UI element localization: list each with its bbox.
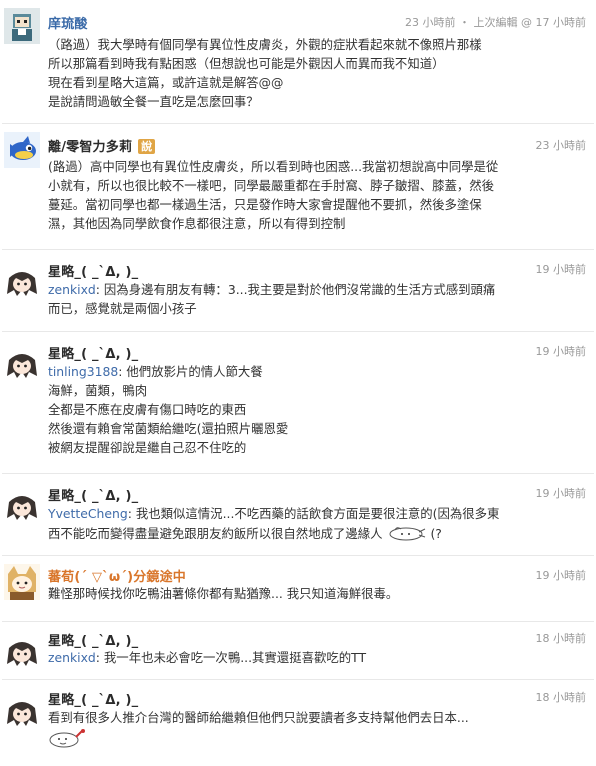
comment-line: tinling3188: 他們放影片的情人節大餐 xyxy=(48,362,584,381)
avatar[interactable] xyxy=(4,132,40,168)
comment-line: 西不能吃而變得盡量避免跟朋友約飯所以很自然地成了邊緣人 (? xyxy=(48,523,584,546)
comment-line: zenkixd: 我一年也未必會吃一次鴨...其實還挺喜歡吃的TT xyxy=(48,648,584,667)
comment-line xyxy=(48,727,584,754)
comment-line: 而已，感覺就是兩個小孩子 xyxy=(48,301,197,316)
mention-link[interactable]: YvetteCheng xyxy=(48,506,128,521)
divider xyxy=(2,555,594,556)
comment-text: : 他們放影片的情人節大餐 xyxy=(118,364,263,379)
comment-item: 庠琉酸 23 小時前 ・ 上次編輯 @ 17 小時前 （路過）我大學時有個同學有… xyxy=(0,6,596,122)
username[interactable]: 庠琉酸 xyxy=(48,13,88,32)
timestamp: 19 小時前 xyxy=(535,263,587,276)
role-badge: 說 xyxy=(138,139,156,154)
timestamp: 23 小時前 xyxy=(535,139,587,152)
comment-line: 現在看到星略大這篇，或許這就是解答@@ xyxy=(48,75,284,90)
divider xyxy=(2,679,594,680)
username-text: 離/零智力多莉 xyxy=(48,140,133,155)
comment-text: : 我也類似這情況...不吃西藥的話飲食方面是要很注意的(因為很多東 xyxy=(127,506,500,521)
emoticon-sticker-icon xyxy=(387,523,427,546)
divider xyxy=(2,123,594,124)
mention-link[interactable]: zenkixd xyxy=(48,282,96,297)
comment-body: zenkixd: 因為身邊有朋友有轉：3...我主要是對於他們沒常識的生活方式感… xyxy=(48,280,584,318)
avatar[interactable] xyxy=(4,488,40,524)
comment-line: 難怪那時候找你吃鴨油薯條你都有點猶豫... 我只知道海鮮很毒。 xyxy=(48,586,399,601)
comment-body: (路過）高中同學也有異位性皮膚炎，所以看到時也困惑...我當初想說高中同學是從 … xyxy=(48,157,584,233)
comment-item: 星略_( _`Δ, )_ 19 小時前 tinling3188: 他們放影片的情… xyxy=(0,336,596,472)
username[interactable]: 星略_( _`Δ, )_ xyxy=(48,689,138,708)
divider xyxy=(2,473,594,474)
comment-line: 全都是不應在皮膚有傷口時吃的東西 xyxy=(48,402,247,417)
emoticon-sticker-icon xyxy=(48,727,88,754)
username[interactable]: 星略_( _`Δ, )_ xyxy=(48,261,138,280)
comment-line: 看到有很多人推介台灣的醫師給繼賴但他們只說要讀者多支持幫他們去日本... xyxy=(48,710,469,725)
comment-item: 離/零智力多莉說 23 小時前 (路過）高中同學也有異位性皮膚炎，所以看到時也困… xyxy=(0,128,596,248)
comment-line: 是說請問過敏全餐一直吃是怎麼回事？ xyxy=(48,94,259,109)
comment-body: 看到有很多人推介台灣的醫師給繼賴但他們只說要讀者多支持幫他們去日本... xyxy=(48,708,584,754)
username[interactable]: 星略_( _`Δ, )_ xyxy=(48,343,138,362)
comment-body: （路過）我大學時有個同學有異位性皮膚炎，外觀的症狀看起來就不像照片那樣 所以那篇… xyxy=(48,35,584,111)
comment-line: 然後還有賴會常菌類給繼吃(還拍照片曬恩愛 xyxy=(48,421,289,436)
divider xyxy=(2,621,594,622)
comment-item: 蕃荀(´ ▽`ω´)分鏡途中 19 小時前 難怪那時候找你吃鴨油薯條你都有點猶豫… xyxy=(0,560,596,620)
comment-item: 星略_( _`Δ, )_ 19 小時前 zenkixd: 因為身邊有朋友有轉：3… xyxy=(0,254,596,330)
username[interactable]: 離/零智力多莉說 xyxy=(48,136,156,155)
avatar[interactable] xyxy=(4,694,40,730)
comment-line: zenkixd: 因為身邊有朋友有轉：3...我主要是對於他們沒常識的生活方式感… xyxy=(48,280,584,299)
comment-thread: 庠琉酸 23 小時前 ・ 上次編輯 @ 17 小時前 （路過）我大學時有個同學有… xyxy=(0,0,596,766)
comment-line: (路過）高中同學也有異位性皮膚炎，所以看到時也困惑...我當初想說高中同學是從 xyxy=(48,159,499,174)
avatar[interactable] xyxy=(4,634,40,670)
comment-item: 星略_( _`Δ, )_ 18 小時前 看到有很多人推介台灣的醫師給繼賴但他們只… xyxy=(0,684,596,764)
avatar[interactable] xyxy=(4,8,40,44)
comment-line: 小就有，所以也很比較不一樣吧，同學最嚴重都在手肘窩、脖子皺摺、膝蓋，然後 xyxy=(48,178,495,193)
comment-item: 星略_( _`Δ, )_ 19 小時前 YvetteCheng: 我也類似這情況… xyxy=(0,478,596,554)
username[interactable]: 蕃荀(´ ▽`ω´)分鏡途中 xyxy=(48,566,186,585)
comment-item: 星略_( _`Δ, )_ 18 小時前 zenkixd: 我一年也未必會吃一次鴨… xyxy=(0,626,596,682)
avatar[interactable] xyxy=(4,564,40,600)
divider xyxy=(2,331,594,332)
comment-line: YvetteCheng: 我也類似這情況...不吃西藥的話飲食方面是要很注意的(… xyxy=(48,504,584,523)
mention-link[interactable]: tinling3188 xyxy=(48,364,118,379)
comment-line: 蔓延。當初同學也都一樣過生活，只是發作時大家會提醒他不要抓，然後多塗保 xyxy=(48,197,482,212)
avatar[interactable] xyxy=(4,346,40,382)
divider xyxy=(2,249,594,250)
timestamp: 19 小時前 xyxy=(535,569,587,582)
comment-line: 海鮮，菌類，鴨肉 xyxy=(48,383,148,398)
timestamp: 18 小時前 xyxy=(535,632,587,645)
timestamp: 19 小時前 xyxy=(535,345,587,358)
comment-body: tinling3188: 他們放影片的情人節大餐 海鮮，菌類，鴨肉 全都是不應在… xyxy=(48,362,584,457)
timestamp: 19 小時前 xyxy=(535,487,587,500)
comment-body: 難怪那時候找你吃鴨油薯條你都有點猶豫... 我只知道海鮮很毒。 xyxy=(48,584,584,603)
comment-line: 所以那篇看到時我有點困惑（但想說也可能是外觀因人而異而我不知道） xyxy=(48,56,445,71)
comment-text: (? xyxy=(426,526,442,541)
comment-line: 被網友提醒卻說是繼自己忍不住吃的 xyxy=(48,440,247,455)
username[interactable]: 星略_( _`Δ, )_ xyxy=(48,630,138,649)
comment-text: : 因為身邊有朋友有轉：3...我主要是對於他們沒常識的生活方式感到頭痛 xyxy=(95,282,496,297)
timestamp: 23 小時前 ・ 上次編輯 @ 17 小時前 xyxy=(405,16,586,29)
mention-link[interactable]: zenkixd xyxy=(48,650,96,665)
comment-line: 濕，其他因為同學飲食作息都很注意，所以有得到控制 xyxy=(48,216,346,231)
username[interactable]: 星略_( _`Δ, )_ xyxy=(48,485,138,504)
comment-body: zenkixd: 我一年也未必會吃一次鴨...其實還挺喜歡吃的TT xyxy=(48,648,584,667)
avatar[interactable] xyxy=(4,264,40,300)
comment-text: 西不能吃而變得盡量避免跟朋友約飯所以很自然地成了邊緣人 xyxy=(48,526,383,541)
comment-body: YvetteCheng: 我也類似這情況...不吃西藥的話飲食方面是要很注意的(… xyxy=(48,504,584,546)
timestamp: 18 小時前 xyxy=(535,691,587,704)
comment-line: （路過）我大學時有個同學有異位性皮膚炎，外觀的症狀看起來就不像照片那樣 xyxy=(48,37,482,52)
comment-text: : 我一年也未必會吃一次鴨...其實還挺喜歡吃的TT xyxy=(95,650,367,665)
